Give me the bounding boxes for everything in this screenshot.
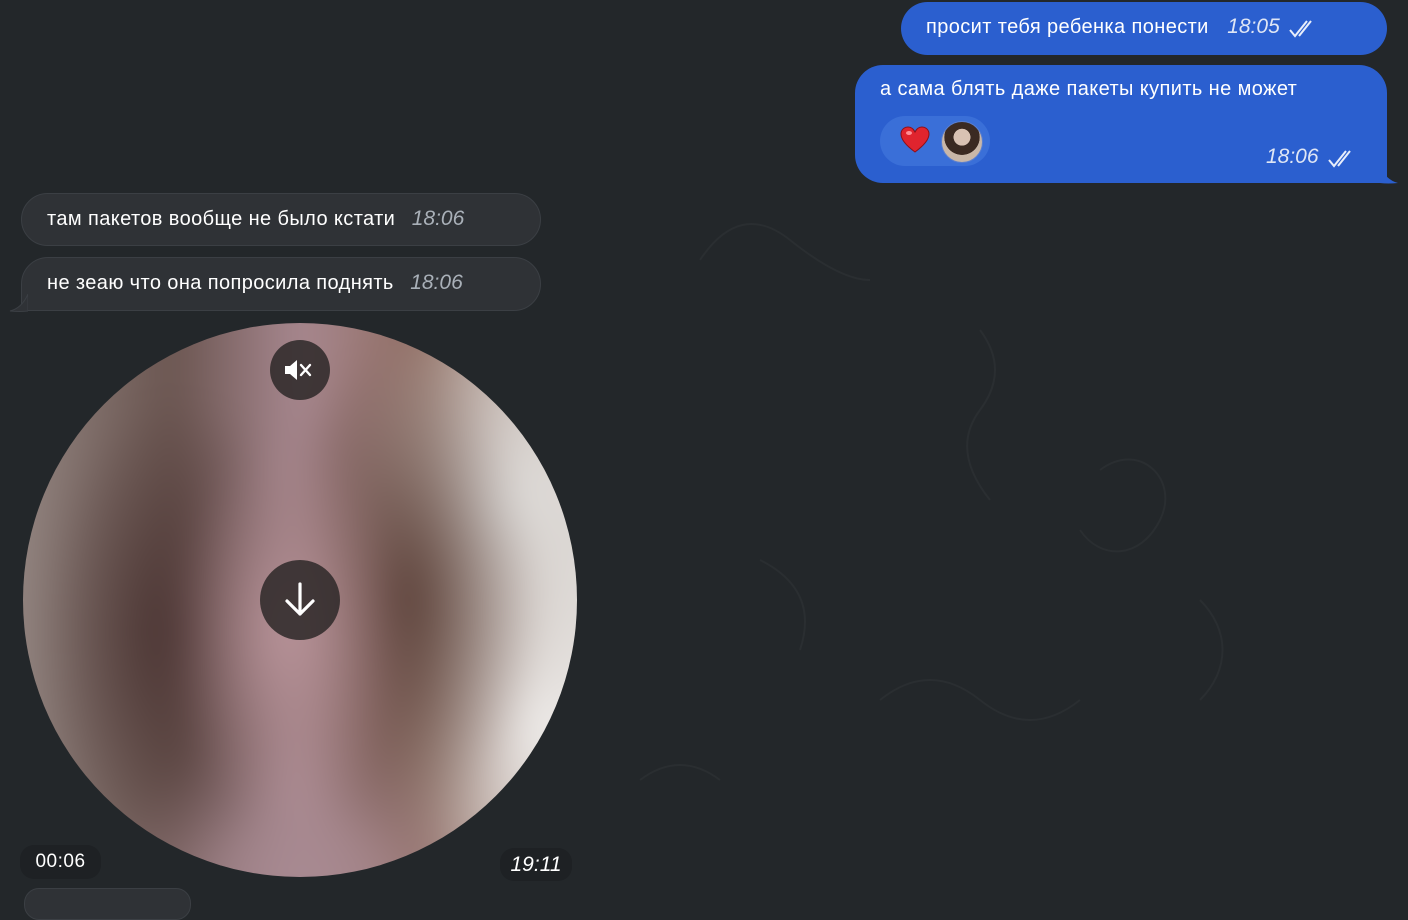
message-time: 18:06 <box>411 207 465 230</box>
video-duration: 00:06 <box>20 845 101 879</box>
message-time: 18:06 <box>410 271 463 294</box>
download-button[interactable] <box>260 560 340 640</box>
message-time: 18:05 <box>1227 15 1280 38</box>
incoming-message[interactable]: там пакетов вообще не было кстати 18:06 <box>21 193 541 246</box>
bubble-tail <box>9 294 28 312</box>
heart-emoji-icon <box>900 126 930 153</box>
next-message-partial <box>24 888 191 920</box>
download-arrow-icon <box>285 582 315 616</box>
message-time: 18:06 <box>1265 145 1319 168</box>
video-time: 19:11 <box>500 848 572 881</box>
message-text: не зеаю что она попросила поднять <box>47 272 394 294</box>
incoming-message[interactable]: не зеаю что она попросила поднять 18:06 <box>21 257 541 311</box>
bubble-tail <box>1380 166 1398 184</box>
mute-button[interactable] <box>270 340 330 400</box>
double-check-icon <box>1289 20 1312 38</box>
message-text: а сама блять даже пакеты купить не может <box>880 78 1298 100</box>
message-text: там пакетов вообще не было кстати <box>47 208 396 230</box>
outgoing-message[interactable]: просит тебя ребенка понести 18:05 <box>901 2 1387 55</box>
outgoing-message[interactable]: а сама блять даже пакеты купить не может… <box>855 65 1387 183</box>
reaction-avatar[interactable] <box>941 121 983 163</box>
double-check-icon <box>1328 150 1351 168</box>
speaker-muted-icon <box>285 360 312 380</box>
reaction-chip[interactable] <box>880 116 990 166</box>
message-text: просит тебя ребенка понести <box>926 16 1209 38</box>
